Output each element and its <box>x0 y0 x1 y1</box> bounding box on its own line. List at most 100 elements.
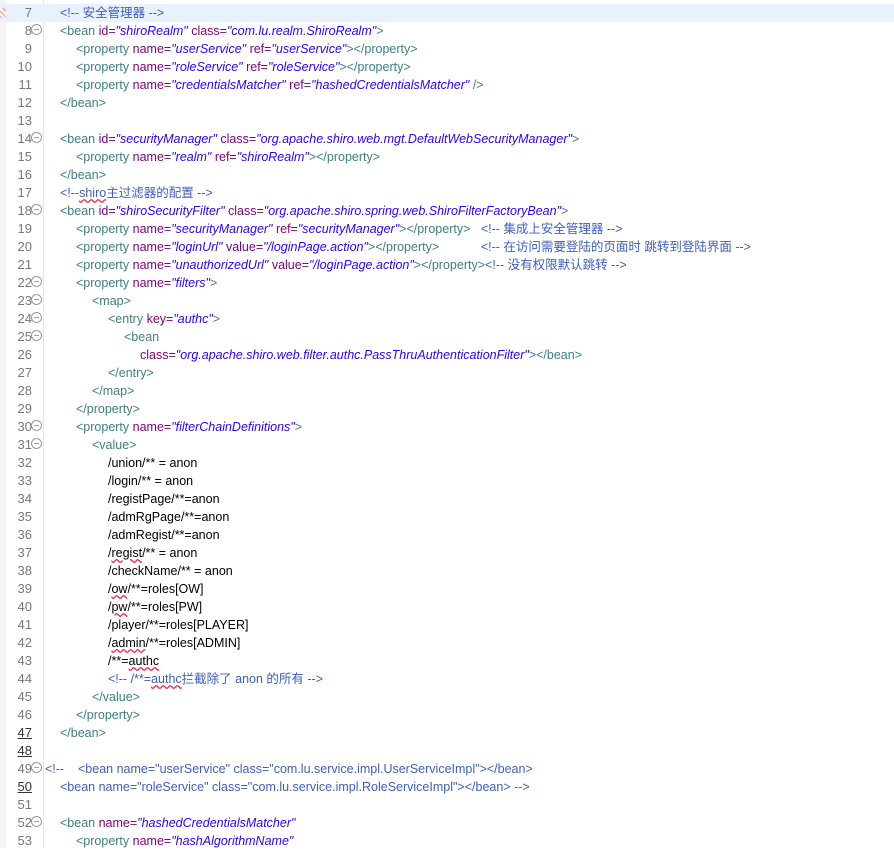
code-text[interactable]: <property name="securityManager" ref="se… <box>76 220 622 238</box>
fold-toggle-icon[interactable]: − <box>31 132 42 143</box>
code-text[interactable]: </bean> <box>60 724 106 742</box>
code-line[interactable]: 50 <bean name="roleService" class="com.lu… <box>0 778 894 796</box>
code-line[interactable]: 48 <box>0 742 894 760</box>
code-line[interactable]: 30− <property name="filterChainDefinition… <box>0 418 894 436</box>
code-line[interactable]: 12 </bean> <box>0 94 894 112</box>
code-line[interactable]: 53 <property name="hashAlgorithmName" <box>0 832 894 850</box>
code-line[interactable]: 7 <!-- 安全管理器 --> <box>0 4 894 22</box>
code-line[interactable]: 46 </property> <box>0 706 894 724</box>
code-line[interactable]: 13 <box>0 112 894 130</box>
code-text[interactable]: /checkName/** = anon <box>108 562 233 580</box>
code-text[interactable]: <bean id="securityManager" class="org.ap… <box>60 130 579 148</box>
code-line[interactable]: 49− <!-- <bean name="userService" class="… <box>0 760 894 778</box>
fold-toggle-icon[interactable]: − <box>31 438 42 449</box>
code-line[interactable]: 8− <bean id="shiroRealm" class="com.lu.re… <box>0 22 894 40</box>
code-text[interactable]: <bean id="shiroSecurityFilter" class="or… <box>60 202 568 220</box>
code-text[interactable]: /admin/**=roles[ADMIN] <box>108 634 240 652</box>
code-text[interactable]: </bean> <box>60 94 106 112</box>
code-text[interactable]: <property name="credentialsMatcher" ref=… <box>76 76 484 94</box>
fold-toggle-icon[interactable]: − <box>31 294 42 305</box>
fold-toggle-icon[interactable]: − <box>31 816 42 827</box>
fold-toggle-icon[interactable]: − <box>31 330 42 341</box>
code-line[interactable]: 43 /**=authc <box>0 652 894 670</box>
code-text[interactable]: <property name="roleService" ref="roleSe… <box>76 58 411 76</box>
code-editor[interactable]: 7 <!-- 安全管理器 --> 8− <bean id="shiroRealm" c… <box>0 0 894 848</box>
code-line[interactable]: 18− <bean id="shiroSecurityFilter" class=… <box>0 202 894 220</box>
code-line[interactable]: 20 <property name="loginUrl" value="/logi… <box>0 238 894 256</box>
code-text[interactable]: /pw/**=roles[PW] <box>108 598 202 616</box>
code-line[interactable]: 28 </map> <box>0 382 894 400</box>
code-line[interactable]: 33/login/** = anon <box>0 472 894 490</box>
code-line[interactable]: 52− <bean name="hashedCredentialsMatcher" <box>0 814 894 832</box>
code-line[interactable]: 44 <!-- /**=authc拦截除了 anon 的所有 --> <box>0 670 894 688</box>
code-line[interactable]: 40/pw/**=roles[PW] <box>0 598 894 616</box>
code-text[interactable]: <bean name="hashedCredentialsMatcher" <box>60 814 295 832</box>
code-text[interactable]: </value> <box>92 688 140 706</box>
code-line[interactable]: 51 <box>0 796 894 814</box>
code-text[interactable]: </entry> <box>108 364 154 382</box>
code-line[interactable]: 15 <property name="realm" ref="shiroRealm… <box>0 148 894 166</box>
code-text[interactable]: <property name="unauthorizedUrl" value="… <box>76 256 627 274</box>
code-text[interactable]: /admRgPage/**=anon <box>108 508 229 526</box>
code-line[interactable]: 19 <property name="securityManager" ref="… <box>0 220 894 238</box>
code-line[interactable]: 16 </bean> <box>0 166 894 184</box>
code-text[interactable]: /regist/** = anon <box>108 544 197 562</box>
code-line[interactable]: 27 </entry> <box>0 364 894 382</box>
code-line[interactable]: 38/checkName/** = anon <box>0 562 894 580</box>
code-text[interactable]: <map> <box>92 292 131 310</box>
code-line[interactable]: 9 <property name="userService" ref="userS… <box>0 40 894 58</box>
code-text[interactable]: <property name="filterChainDefinitions"> <box>76 418 302 436</box>
code-line[interactable]: 41/player/**=roles[PLAYER] <box>0 616 894 634</box>
code-text[interactable]: </property> <box>76 400 140 418</box>
code-text[interactable]: <!-- <bean name="userService" class="com… <box>45 760 533 778</box>
code-line[interactable]: 32/union/** = anon <box>0 454 894 472</box>
fold-toggle-icon[interactable]: − <box>31 204 42 215</box>
code-text[interactable]: <property name="filters"> <box>76 274 217 292</box>
code-text[interactable]: </bean> <box>60 166 106 184</box>
code-line[interactable]: 10 <property name="roleService" ref="role… <box>0 58 894 76</box>
code-text[interactable]: <entry key="authc"> <box>108 310 220 328</box>
code-line[interactable]: 24− <entry key="authc"> <box>0 310 894 328</box>
code-text[interactable]: </property> <box>76 706 140 724</box>
code-line[interactable]: 34/registPage/**=anon <box>0 490 894 508</box>
code-line[interactable]: 26 class="org.apache.shiro.web.filter.aut… <box>0 346 894 364</box>
code-line[interactable]: 11 <property name="credentialsMatcher" re… <box>0 76 894 94</box>
code-text[interactable]: <property name="realm" ref="shiroRealm">… <box>76 148 380 166</box>
code-text[interactable]: <bean name="roleService" class="com.lu.s… <box>60 778 530 796</box>
code-line[interactable]: 22− <property name="filters"> <box>0 274 894 292</box>
code-line[interactable]: 39/ow/**=roles[OW] <box>0 580 894 598</box>
code-text[interactable]: <property name="hashAlgorithmName" <box>76 832 293 850</box>
code-text[interactable]: /union/** = anon <box>108 454 197 472</box>
code-text[interactable]: /**=authc <box>108 652 159 670</box>
code-text[interactable]: /player/**=roles[PLAYER] <box>108 616 248 634</box>
fold-toggle-icon[interactable]: − <box>31 420 42 431</box>
code-text[interactable]: <!-- /**=authc拦截除了 anon 的所有 --> <box>108 670 323 688</box>
code-line[interactable]: 25− <bean <box>0 328 894 346</box>
code-text[interactable]: /ow/**=roles[OW] <box>108 580 204 598</box>
fold-toggle-icon[interactable]: − <box>31 312 42 323</box>
code-line[interactable]: 45 </value> <box>0 688 894 706</box>
code-line[interactable]: 17 <!--shiro主过滤器的配置 --> <box>0 184 894 202</box>
code-line[interactable]: 31− <value> <box>0 436 894 454</box>
code-line[interactable]: 37/regist/** = anon <box>0 544 894 562</box>
code-text[interactable]: <!--shiro主过滤器的配置 --> <box>60 184 213 202</box>
code-line[interactable]: 42/admin/**=roles[ADMIN] <box>0 634 894 652</box>
code-line[interactable]: 29 </property> <box>0 400 894 418</box>
code-text[interactable]: <bean id="shiroRealm" class="com.lu.real… <box>60 22 384 40</box>
code-line[interactable]: 36/admRegist/**=anon <box>0 526 894 544</box>
code-line[interactable]: 23− <map> <box>0 292 894 310</box>
code-line[interactable]: 14− <bean id="securityManager" class="org… <box>0 130 894 148</box>
code-text[interactable]: <value> <box>92 436 136 454</box>
code-text[interactable]: /registPage/**=anon <box>108 490 220 508</box>
code-line[interactable]: 35/admRgPage/**=anon <box>0 508 894 526</box>
code-text[interactable]: <!-- 安全管理器 --> <box>60 4 164 22</box>
fold-toggle-icon[interactable]: − <box>31 276 42 287</box>
fold-toggle-icon[interactable]: − <box>31 762 42 773</box>
code-line[interactable]: 21 <property name="unauthorizedUrl" value… <box>0 256 894 274</box>
fold-toggle-icon[interactable]: − <box>31 24 42 35</box>
code-text[interactable]: <property name="userService" ref="userSe… <box>76 40 418 58</box>
code-text[interactable]: /login/** = anon <box>108 472 193 490</box>
code-line[interactable]: 47 </bean> <box>0 724 894 742</box>
code-text[interactable]: <property name="loginUrl" value="/loginP… <box>76 238 751 256</box>
code-text[interactable]: </map> <box>92 382 134 400</box>
